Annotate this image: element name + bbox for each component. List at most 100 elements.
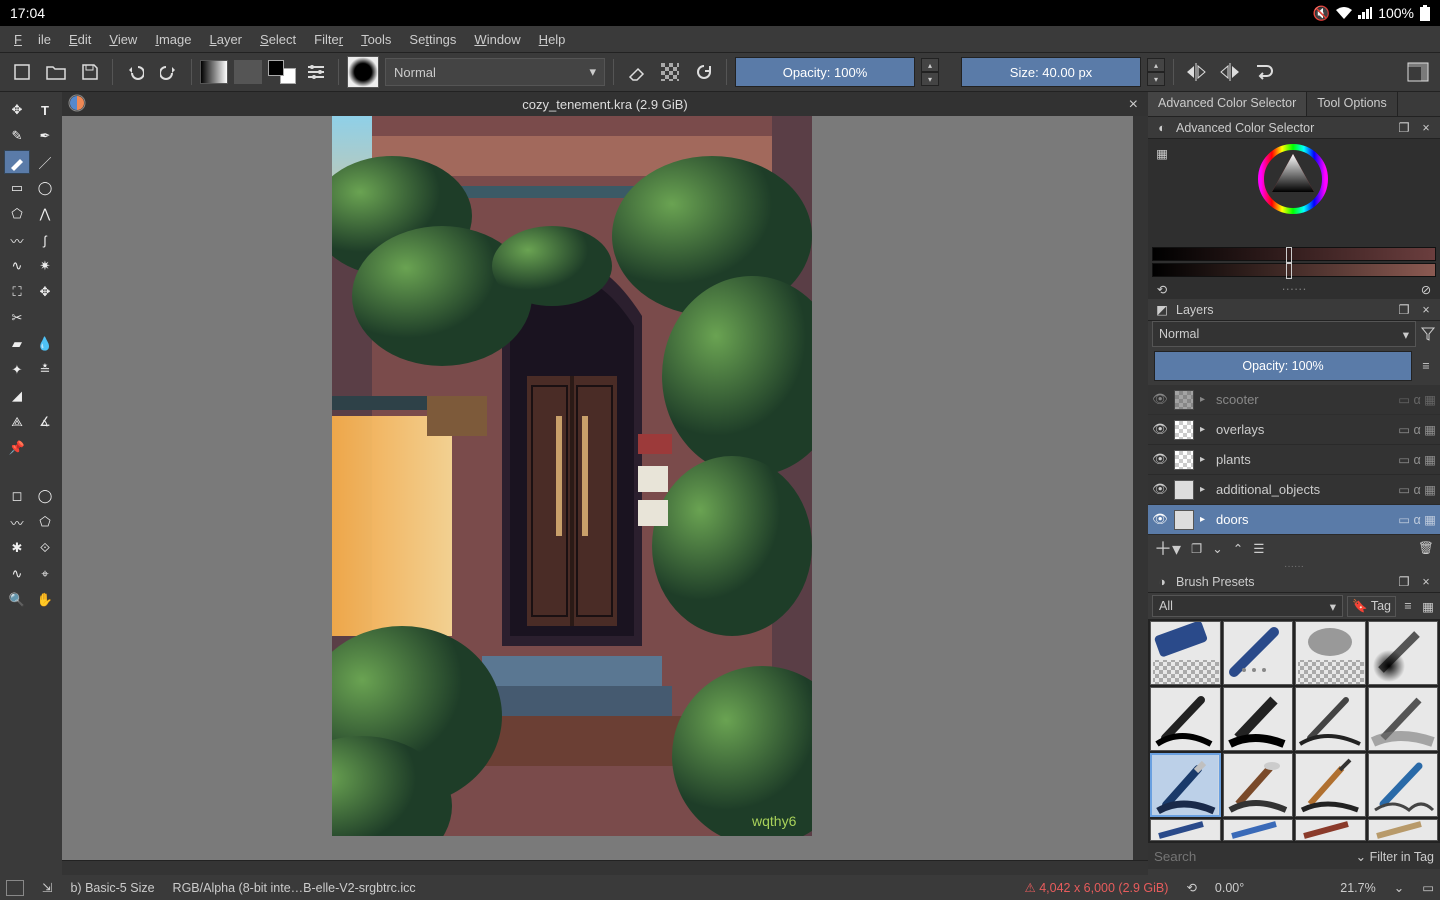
menu-select[interactable]: Select: [252, 29, 304, 50]
close-docker-icon[interactable]: ×: [1418, 302, 1434, 318]
document-tab-title[interactable]: cozy_tenement.kra (2.9 GiB): [522, 97, 687, 112]
pattern-edit-tool[interactable]: ≛: [32, 358, 58, 382]
move-layer-up-button[interactable]: ⌃: [1233, 541, 1243, 556]
float-docker-icon[interactable]: ❐: [1396, 302, 1412, 318]
fill-tool[interactable]: ▰: [4, 332, 30, 356]
chevron-right-icon[interactable]: ▸: [1200, 394, 1210, 405]
mirror-vertical-button[interactable]: [1216, 58, 1244, 86]
close-tab-button[interactable]: ×: [1129, 96, 1138, 114]
bezier-tool[interactable]: 〰: [4, 228, 30, 252]
color-history-clear-icon[interactable]: ⊘: [1418, 281, 1434, 297]
open-file-button[interactable]: [42, 58, 70, 86]
zoom-dropdown-icon[interactable]: ⌄: [1394, 880, 1404, 895]
color-value-bars[interactable]: [1148, 247, 1440, 279]
brush-preset-chip[interactable]: [347, 56, 379, 88]
chevron-right-icon[interactable]: ▸: [1200, 484, 1210, 495]
chevron-right-icon[interactable]: ▸: [1200, 424, 1210, 435]
move-layer-tool[interactable]: ✥: [32, 280, 58, 304]
brush-preset[interactable]: [1368, 621, 1439, 685]
brush-preset[interactable]: [1368, 819, 1439, 841]
brush-preset[interactable]: [1295, 687, 1366, 751]
menu-tools[interactable]: Tools: [353, 29, 399, 50]
chevron-right-icon[interactable]: ▸: [1200, 514, 1210, 525]
line-tool[interactable]: ／: [32, 150, 58, 174]
layer-opacity-slider[interactable]: Opacity: 100%: [1154, 351, 1412, 381]
menu-filter[interactable]: Filter: [306, 29, 351, 50]
layer-opacity-menu-icon[interactable]: ≡: [1418, 358, 1434, 374]
brush-preset[interactable]: [1150, 687, 1221, 751]
close-docker-icon[interactable]: ×: [1418, 574, 1434, 590]
brush-preset[interactable]: [1150, 621, 1221, 685]
vertical-scrollbar[interactable]: [1133, 116, 1148, 860]
visibility-icon[interactable]: 👁: [1152, 482, 1168, 497]
opacity-slider[interactable]: Opacity: 100%: [735, 57, 915, 87]
float-docker-icon[interactable]: ❐: [1396, 120, 1412, 136]
opacity-spin[interactable]: ▴▾: [921, 58, 939, 86]
polygon-tool[interactable]: ⬠: [4, 202, 30, 226]
gradient-chip[interactable]: [200, 60, 228, 84]
polyline-tool[interactable]: ⋀: [32, 202, 58, 226]
color-history-prev-icon[interactable]: ⟲: [1154, 281, 1170, 297]
poly-select-tool[interactable]: ⬠: [32, 510, 58, 534]
mirror-horizontal-button[interactable]: [1182, 58, 1210, 86]
selection-mode-icon[interactable]: [6, 880, 24, 896]
color-ring[interactable]: [1258, 144, 1328, 214]
menu-settings[interactable]: Settings: [401, 29, 464, 50]
visibility-icon[interactable]: 👁: [1152, 512, 1168, 527]
status-rotation-reset[interactable]: ⟲: [1186, 880, 1196, 895]
magnetic-select-tool[interactable]: ⌖: [32, 562, 58, 586]
size-spin[interactable]: ▴▾: [1147, 58, 1165, 86]
redo-button[interactable]: [155, 58, 183, 86]
duplicate-layer-button[interactable]: ❐: [1191, 541, 1202, 556]
assistant-tool[interactable]: ⟁: [4, 410, 30, 434]
reference-tool[interactable]: 📌: [4, 436, 30, 460]
layer-row[interactable]: 👁▸ scooter ▭ α ▦: [1148, 385, 1440, 415]
rect-tool[interactable]: ▭: [4, 176, 30, 200]
tag-button[interactable]: 🔖 Tag: [1347, 596, 1396, 617]
brush-tag-dropdown[interactable]: All▾: [1152, 595, 1343, 617]
calligraphy-tool[interactable]: ✒: [32, 124, 58, 148]
brush-search-input[interactable]: [1154, 849, 1350, 864]
text-tool[interactable]: T: [32, 98, 58, 122]
layer-filter-icon[interactable]: [1420, 326, 1436, 342]
brush-preset[interactable]: [1368, 753, 1439, 817]
brush-preset[interactable]: [1295, 753, 1366, 817]
visibility-icon[interactable]: 👁: [1152, 422, 1168, 437]
reload-preset-button[interactable]: [690, 58, 718, 86]
save-button[interactable]: [76, 58, 104, 86]
brush-preset[interactable]: [1223, 753, 1294, 817]
menu-file[interactable]: File: [6, 29, 59, 50]
brush-preset[interactable]: [1150, 753, 1221, 817]
rect-select-tool[interactable]: ◻: [4, 484, 30, 508]
menu-window[interactable]: Window: [466, 29, 528, 50]
visibility-icon[interactable]: 👁: [1152, 392, 1168, 407]
bezier-select-tool[interactable]: ∿: [4, 562, 30, 586]
workspace-chooser-button[interactable]: [1404, 58, 1432, 86]
horizontal-scrollbar[interactable]: [62, 860, 1148, 875]
similar-select-tool[interactable]: ⟐: [32, 536, 58, 560]
status-menu-icon[interactable]: ⇲: [42, 880, 52, 895]
alpha-lock-toggle[interactable]: [656, 58, 684, 86]
add-layer-button[interactable]: ＋▾: [1154, 535, 1181, 561]
blend-mode-dropdown[interactable]: Normal ▾: [385, 58, 605, 86]
float-docker-icon[interactable]: ❐: [1396, 574, 1412, 590]
advanced-color-selector[interactable]: ▦ ⟲ ······ ⊘: [1148, 139, 1440, 299]
dynamic-brush-tool[interactable]: ∿: [4, 254, 30, 278]
list-view-icon[interactable]: ≡: [1400, 598, 1416, 614]
layer-row[interactable]: 👁▸ additional_objects ▭ α ▦: [1148, 475, 1440, 505]
chevron-right-icon[interactable]: ▸: [1200, 454, 1210, 465]
brush-preset[interactable]: [1223, 819, 1294, 841]
menu-help[interactable]: Help: [531, 29, 574, 50]
freehand-select-tool[interactable]: 〰: [4, 510, 30, 534]
move-tool[interactable]: ✥: [4, 98, 30, 122]
contiguous-select-tool[interactable]: ✱: [4, 536, 30, 560]
size-slider[interactable]: Size: 40.00 px: [961, 57, 1141, 87]
layer-row[interactable]: 👁▸ doors ▭ α ▦: [1148, 505, 1440, 535]
brush-preset[interactable]: [1295, 621, 1366, 685]
gradient-tool[interactable]: ◢: [4, 384, 30, 408]
brush-settings-icon[interactable]: [302, 58, 330, 86]
brush-preset[interactable]: [1150, 819, 1221, 841]
layer-row[interactable]: 👁▸ overlays ▭ α ▦: [1148, 415, 1440, 445]
canvas-viewport[interactable]: wqthy6: [62, 116, 1148, 860]
zoom-fit-icon[interactable]: ▭: [1422, 880, 1434, 895]
